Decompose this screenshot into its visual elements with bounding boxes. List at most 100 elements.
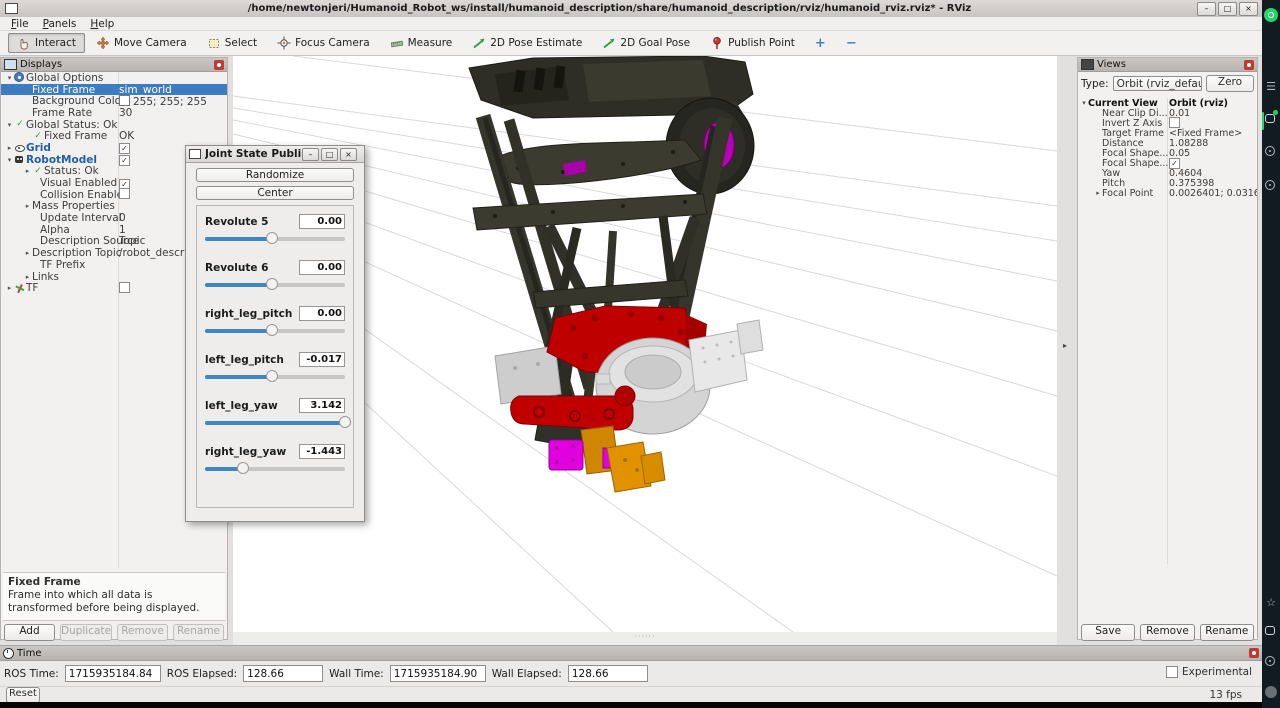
status-icon[interactable] [1265, 180, 1275, 190]
expand-arrow-icon[interactable]: ▸ [23, 273, 32, 281]
displays-tree-row[interactable]: Fixed Frame sim_world [1, 84, 227, 96]
focus-camera-tool-button[interactable]: Focus Camera [268, 33, 379, 53]
left_leg_yaw[interactable]: 3.142 [299, 398, 345, 413]
expand-arrow-icon[interactable]: ▸ [23, 249, 32, 257]
select-tool-button[interactable]: Select [198, 33, 266, 53]
jsp-minimize-button[interactable]: – [302, 148, 319, 161]
center-button[interactable]: Center [196, 186, 354, 200]
displays-action-button[interactable]: Rename [173, 624, 224, 641]
slider-fill [205, 237, 272, 241]
tree-row-value[interactable]: 255; 255; 255 [119, 95, 225, 108]
displays-panel-header[interactable]: Displays [1, 58, 227, 72]
remove-tool-button[interactable]: − [837, 36, 866, 51]
views-action-button[interactable]: Save [1081, 624, 1135, 641]
expand-arrow-icon[interactable]: ▸ [23, 167, 32, 175]
pose-estimate-arrow-icon [472, 36, 486, 50]
displays-tree-row[interactable]: ▾ Global Status: Ok [1, 119, 227, 131]
right_leg_yaw[interactable]: -1.443 [299, 444, 345, 459]
views-tree-row[interactable]: Distance 1.08288 [1078, 138, 1257, 148]
zero-button[interactable]: Zero [1206, 75, 1254, 92]
time-panel-close-icon[interactable] [1249, 648, 1259, 658]
close-button[interactable]: × [1239, 2, 1258, 16]
interact-tool-button[interactable]: Interact [8, 33, 85, 53]
expand-arrow-icon[interactable]: ▸ [23, 202, 32, 210]
expand-arrow-icon[interactable]: ▸ [1094, 189, 1102, 197]
views-panel-close-icon[interactable] [1244, 60, 1254, 70]
menu-file[interactable]: File [4, 17, 36, 31]
maximize-button[interactable]: □ [1218, 2, 1237, 16]
displays-action-button[interactable]: Duplicate [60, 624, 112, 641]
slider-handle[interactable] [266, 324, 278, 336]
displays-action-button[interactable]: Add [4, 624, 55, 641]
menu-panels[interactable]: Panels [36, 17, 84, 31]
add-tool-button[interactable]: + [806, 36, 835, 51]
joint-slider[interactable] [205, 323, 345, 339]
views-tree-row[interactable]: Focal Shape... [1078, 158, 1257, 168]
minimize-button[interactable]: – [1197, 2, 1216, 16]
joint-slider[interactable] [205, 369, 345, 385]
expand-arrow-icon[interactable]: ▾ [5, 121, 14, 129]
goal-pose-tool-button[interactable]: 2D Goal Pose [593, 33, 699, 53]
randomize-button[interactable]: Randomize [196, 168, 354, 182]
views-tree-row[interactable]: Target Frame <Fixed Frame> [1078, 128, 1257, 138]
displays-panel-close-icon[interactable] [214, 60, 224, 70]
profile-avatar-icon[interactable] [1265, 686, 1277, 698]
jsp-close-button[interactable]: × [340, 148, 357, 161]
tree-row-value[interactable]: 30 [119, 107, 225, 119]
chats-icon[interactable] [1265, 114, 1275, 123]
settings-icon[interactable] [1265, 656, 1275, 666]
slider-handle[interactable] [266, 370, 278, 382]
move-camera-tool-button[interactable]: Move Camera [87, 33, 196, 53]
displays-tree-row[interactable]: Frame Rate 30 [1, 107, 227, 119]
calls-icon[interactable] [1265, 146, 1275, 156]
views-tree-row[interactable]: Invert Z Axis [1078, 118, 1257, 128]
star-icon[interactable]: ☆ [1264, 596, 1278, 610]
displays-tree-row[interactable]: Fixed Frame OK [1, 130, 227, 142]
slider-handle[interactable] [339, 416, 351, 428]
displays-tree-row[interactable]: ▾ Global Options [1, 72, 227, 84]
joint-slider[interactable] [205, 461, 345, 477]
pose-estimate-tool-button[interactable]: 2D Pose Estimate [463, 33, 591, 53]
joint-slider[interactable] [205, 415, 345, 431]
tree-row-value[interactable]: OK [119, 130, 225, 142]
expand-arrow-icon[interactable]: ▾ [5, 74, 14, 82]
slider-handle[interactable] [266, 278, 278, 290]
expand-arrow-icon[interactable]: ▸ [5, 144, 14, 152]
slider-handle[interactable] [237, 462, 249, 474]
expand-arrow-icon[interactable]: ▾ [5, 156, 14, 164]
reset-button[interactable]: Reset [6, 687, 40, 703]
status-ok-check-icon [14, 119, 26, 130]
views-action-button[interactable]: Remove [1140, 624, 1194, 641]
displays-tree-row[interactable]: Background Color 255; 255; 255 [1, 95, 227, 107]
views-panel-header[interactable]: Views [1078, 58, 1257, 72]
views-tree-row[interactable]: Yaw 0.4604 [1078, 168, 1257, 178]
views-tree-row[interactable]: ▾ Current View Orbit (rviz) [1078, 98, 1257, 108]
Revolute 6[interactable]: 0.00 [299, 260, 345, 275]
joint-slider[interactable] [205, 231, 345, 247]
expand-arrow-icon[interactable]: ▾ [1080, 99, 1088, 107]
joint-slider[interactable] [205, 277, 345, 293]
expand-arrow-icon[interactable]: ▸ [5, 284, 14, 292]
menu-help[interactable]: Help [83, 17, 121, 31]
views-tree-row[interactable]: ▸ Focal Point 0.0026401; 0.0316... [1078, 188, 1257, 198]
time-panel-header[interactable]: Time [0, 646, 1262, 661]
joint-slider-row: left_leg_yaw 3.142 [205, 398, 345, 444]
right_leg_pitch[interactable]: 0.00 [299, 306, 345, 321]
panel-collapse-arrow[interactable] [1060, 338, 1070, 354]
measure-tool-button[interactable]: Measure [381, 33, 462, 53]
jsp-titlebar[interactable]: Joint State Publis... – □ × [186, 146, 364, 163]
displays-action-button[interactable]: Remove [117, 624, 168, 641]
Revolute 5[interactable]: 0.00 [299, 214, 345, 229]
view-type-select[interactable]: Orbit (rviz_default_ ▼ [1113, 76, 1202, 91]
left_leg_pitch[interactable]: -0.017 [299, 352, 345, 367]
views-tree-row[interactable]: Pitch 0.375398 [1078, 178, 1257, 188]
menu-icon[interactable]: ☰ [1264, 80, 1278, 94]
publish-point-tool-button[interactable]: Publish Point [701, 33, 804, 53]
views-action-button[interactable]: Rename [1200, 624, 1254, 641]
slider-handle[interactable] [266, 232, 278, 244]
horizontal-splitter[interactable] [233, 632, 1057, 645]
jsp-maximize-button[interactable]: □ [321, 148, 338, 161]
tree-row-value[interactable]: 0.0026401; 0.0316... [1169, 188, 1257, 199]
channels-icon[interactable] [1265, 626, 1275, 635]
tree-row-value[interactable]: sim_world [119, 84, 225, 96]
